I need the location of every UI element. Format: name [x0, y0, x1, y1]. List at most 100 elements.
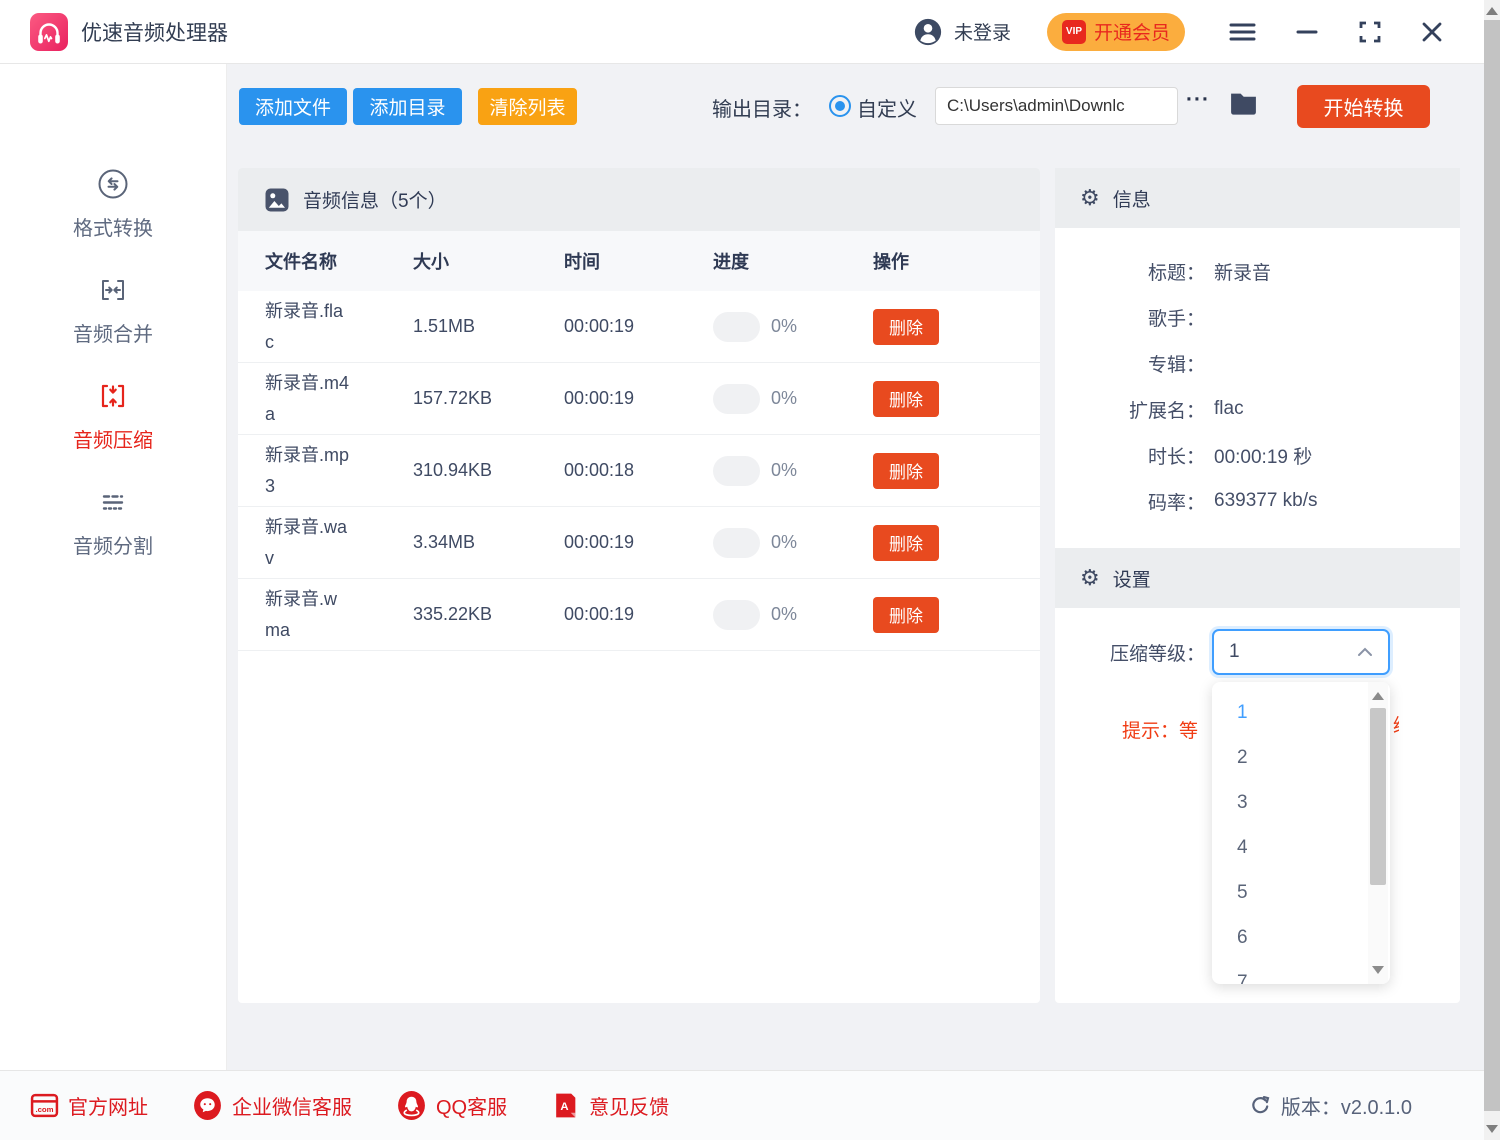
progress-percent: 0% [771, 460, 797, 481]
file-name: 新录音.wma [265, 584, 349, 645]
duration-cell: 00:00:19 [564, 604, 713, 625]
info-field-value: flac [1214, 398, 1244, 420]
svg-text:A: A [560, 1101, 568, 1113]
file-name: 新录音.mp3 [265, 440, 349, 501]
open-vip-button[interactable]: VIP 开通会员 [1047, 13, 1185, 51]
progress-bar [713, 384, 760, 414]
sidebar-item-format-convert[interactable]: 格式转换 [73, 168, 153, 241]
progress-percent: 0% [771, 532, 797, 553]
delete-button[interactable]: 删除 [873, 309, 939, 345]
sidebar-item-audio-merge[interactable]: 音频合并 [73, 274, 153, 347]
footer-link[interactable]: QQ客服 [396, 1090, 507, 1121]
sidebar-item-audio-split[interactable]: 音频分割 [73, 486, 153, 559]
dropdown-option[interactable]: 3 [1212, 780, 1390, 825]
info-section-header: ⚙ 信息 [1055, 168, 1460, 228]
app-logo-icon [30, 13, 68, 51]
progress-bar [713, 456, 760, 486]
add-directory-button[interactable]: 添加目录 [353, 88, 462, 125]
audio-list-panel: 音频信息（5个） 文件名称大小时间进度操作 新录音.flac1.51MB00:0… [238, 168, 1040, 1003]
column-header: 文件名称 [265, 248, 413, 274]
duration-cell: 00:00:18 [564, 460, 713, 481]
duration-cell: 00:00:19 [564, 316, 713, 337]
progress-percent: 0% [771, 388, 797, 409]
delete-button[interactable]: 删除 [873, 381, 939, 417]
app-title: 优速音频处理器 [81, 17, 228, 47]
progress-cell: 0% [713, 456, 873, 486]
feedback-icon: A [551, 1091, 580, 1120]
scroll-up-arrow-icon[interactable] [1486, 7, 1498, 15]
info-field-value: 00:00:19 秒 [1214, 442, 1312, 469]
table-row: 新录音.flac1.51MB00:00:190%删除 [238, 291, 1040, 363]
settings-section-title: 设置 [1113, 565, 1151, 592]
qq-icon [396, 1090, 427, 1121]
merge-icon [97, 274, 129, 306]
column-header: 时间 [564, 248, 713, 274]
delete-button[interactable]: 删除 [873, 453, 939, 489]
file-size-cell: 310.94KB [413, 460, 564, 481]
table-header-row: 文件名称大小时间进度操作 [238, 231, 1040, 291]
scroll-down-arrow-icon[interactable] [1486, 1125, 1498, 1133]
vip-icon: VIP [1062, 20, 1086, 44]
info-field-label: 时长： [1055, 442, 1205, 469]
sidebar-item-label: 音频分割 [73, 530, 153, 559]
browse-more-button[interactable]: ··· [1186, 88, 1210, 112]
scrollbar-thumb[interactable] [1484, 20, 1500, 1111]
user-avatar-icon[interactable] [913, 17, 943, 47]
progress-bar [713, 312, 760, 342]
compress-level-select[interactable]: 1 [1212, 629, 1390, 675]
minimize-button[interactable] [1292, 25, 1322, 39]
clear-list-button[interactable]: 清除列表 [478, 88, 577, 125]
website-icon: .com [30, 1091, 59, 1120]
window-scrollbar[interactable] [1484, 0, 1500, 1140]
dropdown-option[interactable]: 5 [1212, 870, 1390, 915]
dropdown-scrollbar[interactable] [1368, 682, 1388, 984]
footer-link-label: 官方网址 [68, 1091, 148, 1120]
sidebar-item-audio-compress[interactable]: 音频压缩 [73, 380, 153, 453]
svg-text:.com: .com [35, 1105, 53, 1114]
dropdown-option[interactable]: 6 [1212, 915, 1390, 960]
open-folder-icon[interactable] [1228, 90, 1259, 117]
compress-level-dropdown: 1234567 [1212, 682, 1390, 984]
info-field-label: 码率： [1055, 488, 1205, 515]
output-path-input[interactable] [935, 87, 1178, 125]
info-field-row: 扩展名：flac [1055, 386, 1460, 432]
file-size-cell: 3.34MB [413, 532, 564, 553]
refresh-icon[interactable] [1249, 1094, 1272, 1117]
footer-link[interactable]: 企业微信客服 [192, 1090, 352, 1121]
delete-button[interactable]: 删除 [873, 525, 939, 561]
maximize-button[interactable] [1354, 16, 1386, 48]
footer-link[interactable]: .com 官方网址 [30, 1091, 148, 1120]
custom-radio[interactable] [829, 95, 851, 117]
scroll-up-arrow-icon[interactable] [1372, 692, 1384, 700]
dropdown-option[interactable]: 1 [1212, 690, 1390, 735]
start-convert-button[interactable]: 开始转换 [1297, 85, 1430, 128]
duration-cell: 00:00:19 [564, 532, 713, 553]
custom-radio-label[interactable]: 自定义 [857, 93, 917, 122]
progress-percent: 0% [771, 604, 797, 625]
close-button[interactable] [1416, 16, 1448, 48]
compress-icon [97, 380, 129, 412]
dropdown-option[interactable]: 4 [1212, 825, 1390, 870]
scroll-down-arrow-icon[interactable] [1372, 966, 1384, 974]
delete-button[interactable]: 删除 [873, 597, 939, 633]
file-name-cell: 新录音.mp3 [265, 440, 413, 501]
file-name: 新录音.m4a [265, 368, 349, 429]
file-name: 新录音.flac [265, 296, 349, 357]
dropdown-option[interactable]: 2 [1212, 735, 1390, 780]
table-row: 新录音.wav3.34MB00:00:190%删除 [238, 507, 1040, 579]
split-icon [97, 486, 129, 518]
footer-link-label: 意见反馈 [589, 1091, 669, 1120]
add-file-button[interactable]: 添加文件 [239, 88, 347, 125]
info-field-label: 标题： [1055, 258, 1205, 285]
footer-link[interactable]: A 意见反馈 [551, 1091, 669, 1120]
login-status[interactable]: 未登录 [954, 18, 1011, 45]
info-field-row: 歌手： [1055, 294, 1460, 340]
dropdown-option[interactable]: 7 [1212, 960, 1390, 984]
info-field-row: 时长： 00:00:19 秒 [1055, 432, 1460, 478]
progress-cell: 0% [713, 600, 873, 630]
file-name-cell: 新录音.flac [265, 296, 413, 357]
hint-text-clipped: 级 [1393, 711, 1399, 735]
title-bar: 优速音频处理器 未登录 VIP 开通会员 [0, 0, 1500, 64]
menu-button[interactable] [1225, 18, 1260, 46]
scrollbar-thumb[interactable] [1370, 708, 1386, 885]
